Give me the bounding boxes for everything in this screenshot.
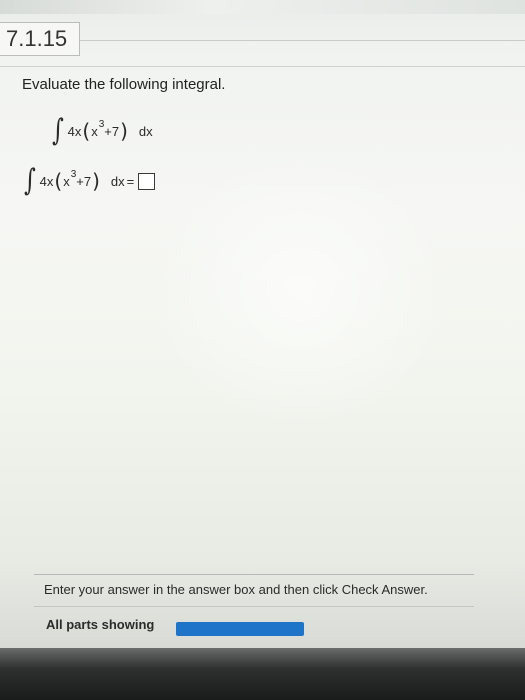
left-paren: (	[82, 119, 91, 143]
footer-instruction: Enter your answer in the answer box and …	[44, 582, 428, 597]
monitor-bezel	[0, 648, 525, 700]
header-divider	[80, 40, 525, 41]
inner-rest: +7	[76, 173, 92, 189]
footer-divider-bottom	[34, 606, 474, 607]
answer-input[interactable]	[138, 172, 156, 190]
differential: dx	[110, 173, 125, 189]
left-paren: (	[54, 169, 63, 193]
integrand-coefficient: 4x	[67, 123, 82, 139]
top-strip	[0, 0, 525, 14]
footer-divider	[34, 574, 474, 575]
integrand-coefficient: 4x	[39, 173, 54, 189]
problem-number: 7.1.15	[0, 22, 80, 56]
right-paren: )	[120, 119, 128, 143]
inner-rest: +7	[104, 123, 120, 139]
inner-exponent: 3	[98, 118, 105, 130]
differential: dx	[138, 123, 153, 139]
problem-number-text: 7.1.15	[6, 26, 68, 51]
answer-expression: ∫ 4x ( x 3 +7 ) dx =	[22, 163, 156, 198]
parts-status-label: All parts showing	[46, 617, 155, 632]
screen-glare	[150, 150, 450, 430]
integral-sign-icon: ∫	[51, 113, 64, 148]
inner-base: x	[63, 173, 70, 189]
integral-expression: ∫ 4x ( x 3 +7 ) dx	[50, 116, 153, 146]
right-paren: )	[92, 169, 100, 193]
inner-base: x	[91, 123, 98, 139]
question-instruction: Evaluate the following integral.	[22, 76, 226, 93]
screen: 7.1.15 Evaluate the following integral. …	[0, 0, 525, 700]
equals-sign: =	[126, 173, 135, 189]
header-divider-bottom	[0, 66, 525, 67]
inner-exponent: 3	[70, 168, 77, 180]
integral-sign-icon: ∫	[23, 163, 36, 198]
parts-progress-bar	[176, 622, 304, 636]
